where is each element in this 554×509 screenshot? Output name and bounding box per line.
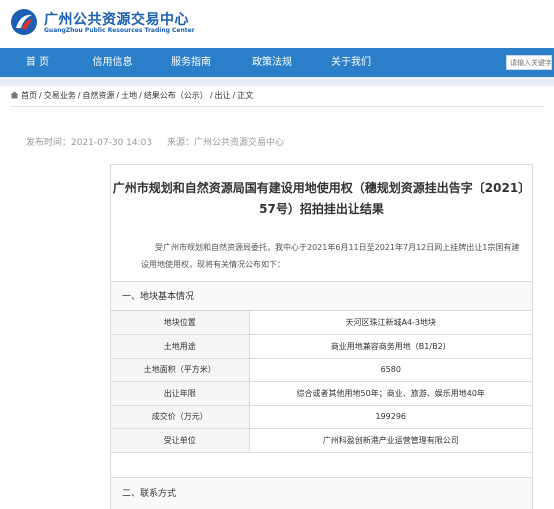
publish-time: 发布时间：2021-07-30 14:03 (26, 138, 153, 148)
home-icon (10, 91, 19, 99)
row-label: 地块位置 (111, 311, 250, 335)
nav-sub-band (0, 77, 554, 86)
row-value: 广州科盈创新港产业运营管理有限公司 (249, 428, 532, 453)
parcel-info-table: 地块位置 天河区珠江新城A4-3地块 土地用途 商业用地兼容商务用地（B1/B2… (111, 311, 532, 453)
table-row: 地块位置 天河区珠江新城A4-3地块 (111, 311, 532, 335)
breadcrumb-natural-resources[interactable]: 自然资源 (82, 91, 114, 100)
search-input[interactable] (506, 55, 552, 70)
nav-home[interactable]: 首 页 (0, 48, 75, 77)
article-source: 来源：广州公共资源交易中心 (166, 138, 284, 148)
content-divider (10, 106, 544, 107)
row-label: 土地用途 (111, 334, 250, 359)
logo-icon[interactable] (10, 8, 38, 36)
row-label: 土地面积（平方米） (111, 358, 250, 382)
row-label: 受让单位 (111, 428, 250, 453)
row-value: 综合或者其他用地50年；商业、旅游、娱乐用地40年 (249, 381, 532, 406)
breadcrumb-separator: / (39, 91, 42, 100)
logo-title[interactable]: 广州公共资源交易中心 (44, 9, 189, 29)
section-heading-parcel-info: 一、地块基本情况 (111, 281, 532, 311)
breadcrumb-current: 正文 (237, 91, 254, 100)
breadcrumb: 首页 / 交易业务 / 自然资源 / 土地 / 结果公布（公示） / 出让 / 正文 (10, 90, 253, 101)
section-heading-contact: 二、联系方式 (111, 477, 532, 509)
nav-about-us[interactable]: 关于我们 (313, 48, 389, 77)
breadcrumb-separator: / (116, 91, 120, 100)
breadcrumb-transfer[interactable]: 出让 (215, 91, 231, 100)
row-label: 出让年限 (111, 381, 250, 406)
nav-credit-info[interactable]: 信用信息 (75, 48, 150, 77)
row-value: 6580 (249, 358, 532, 382)
table-row: 出让年限 综合或者其他用地50年；商业、旅游、娱乐用地40年 (111, 381, 532, 406)
nav-policy[interactable]: 政策法规 (233, 48, 311, 77)
article-meta: 发布时间：2021-07-30 14:03 来源：广州公共资源交易中心 (26, 135, 296, 148)
breadcrumb-trading[interactable]: 交易业务 (44, 91, 76, 100)
article-title: 广州市规划和自然资源局国有建设用地使用权（穗规划资源挂出告字〔2021〕57号）… (112, 181, 531, 216)
article-intro: 受广州市规划和自然资源局委托，我中心于2021年6月11日至2021年7月12日… (141, 243, 520, 269)
main-nav: 首 页 信用信息 服务指南 政策法规 关于我们 (0, 48, 554, 77)
breadcrumb-separator: / (209, 91, 213, 100)
site-header: 广州公共资源交易中心 GuangZhou Public Resources Tr… (0, 0, 554, 48)
nav-service-guide[interactable]: 服务指南 (152, 48, 230, 77)
table-row: 土地用途 商业用地兼容商务用地（B1/B2） (111, 334, 532, 359)
row-label: 成交价（万元） (111, 405, 250, 429)
breadcrumb-separator: / (77, 91, 81, 100)
article-panel: 广州市规划和自然资源局国有建设用地使用权（穗规划资源挂出告字〔2021〕57号）… (110, 164, 533, 509)
row-value: 199296 (249, 405, 532, 429)
row-value: 天河区珠江新城A4-3地块 (249, 311, 532, 335)
table-row: 受让单位 广州科盈创新港产业运营管理有限公司 (111, 428, 532, 453)
breadcrumb-land[interactable]: 土地 (121, 91, 137, 100)
breadcrumb-results[interactable]: 结果公布（公示） (144, 91, 208, 100)
logo-subtitle: GuangZhou Public Resources Trading Cente… (44, 27, 195, 34)
row-value: 商业用地兼容商务用地（B1/B2） (249, 334, 532, 359)
table-row: 土地面积（平方米） 6580 (111, 358, 532, 382)
breadcrumb-separator: / (232, 91, 236, 100)
breadcrumb-home[interactable]: 首页 (21, 91, 37, 100)
table-row: 成交价（万元） 199296 (111, 405, 532, 429)
breadcrumb-separator: / (139, 91, 142, 100)
